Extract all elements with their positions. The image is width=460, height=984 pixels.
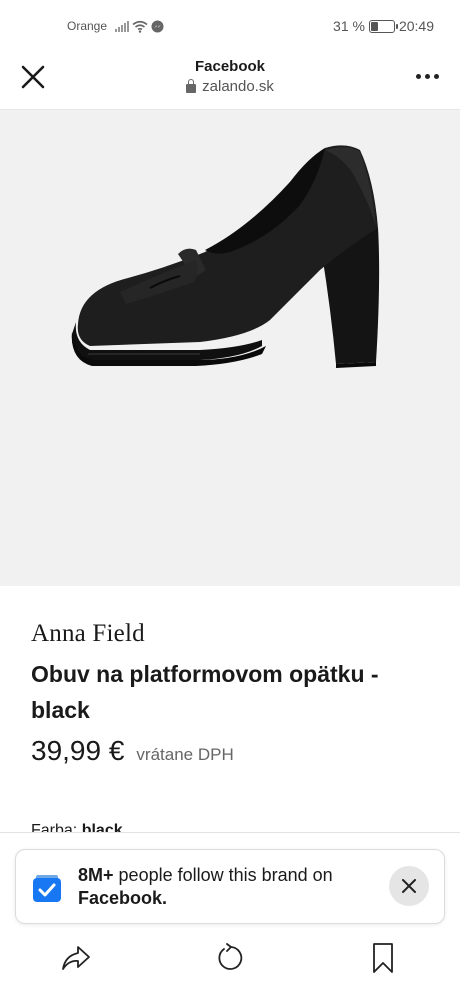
more-icon: [415, 73, 421, 79]
color-row: Farba: black: [31, 822, 123, 832]
shoe-illustration: [71, 145, 380, 368]
lock-icon: [186, 78, 197, 93]
follower-count: 8M+: [78, 865, 114, 885]
dismiss-icon: [402, 879, 416, 893]
share-icon: [62, 946, 90, 970]
battery-percent: 31 %: [333, 18, 365, 34]
browser-header: Facebook zalando.sk: [0, 52, 460, 110]
url-row: zalando.sk: [0, 78, 460, 95]
brand-name[interactable]: Anna Field: [31, 620, 145, 648]
price-row: 39,99 € vrátane DPH: [31, 735, 234, 767]
divider: [0, 832, 460, 833]
product-price: 39,99 €: [31, 735, 125, 766]
brand-follow-icon: [33, 875, 61, 902]
url-text: zalando.sk: [202, 78, 274, 95]
wifi-icon: [132, 20, 148, 33]
bookmark-icon: [373, 943, 393, 973]
color-value: black: [81, 822, 123, 832]
page: Orange 31 % 20:49 Facebook zalando.sk An…: [0, 0, 460, 984]
messenger-icon: [151, 20, 164, 32]
carrier-name: Orange: [67, 19, 108, 33]
follow-text: 8M+ people follow this brand on Facebook…: [78, 864, 378, 910]
vat-note: vrátane DPH: [136, 745, 234, 764]
header-center: Facebook zalando.sk: [0, 58, 460, 95]
product-name: Obuv na platformovom opätku - black: [31, 661, 379, 723]
follow-message: people follow this brand on: [118, 865, 333, 885]
battery-icon: [368, 19, 398, 33]
dismiss-banner-button[interactable]: [389, 866, 429, 906]
product-image[interactable]: [0, 110, 460, 586]
follow-platform: Facebook.: [78, 888, 168, 908]
battery-fill: [370, 21, 379, 31]
status-bar: Orange 31 % 20:49: [0, 0, 460, 52]
signal-icon: [115, 20, 130, 32]
more-options-button[interactable]: [412, 66, 442, 86]
bookmark-button[interactable]: [367, 942, 399, 974]
status-right: 31 % 20:49: [333, 18, 434, 34]
browser-title: Facebook: [194, 58, 266, 75]
reload-button[interactable]: [214, 942, 246, 974]
reload-icon: [218, 943, 243, 970]
clock: 20:49: [398, 18, 434, 34]
status-icons: [115, 20, 164, 33]
share-button[interactable]: [60, 942, 92, 974]
color-label: Farba:: [31, 822, 78, 832]
bottom-nav: [0, 930, 460, 984]
follow-brand-banner[interactable]: 8M+ people follow this brand on Facebook…: [15, 849, 445, 924]
